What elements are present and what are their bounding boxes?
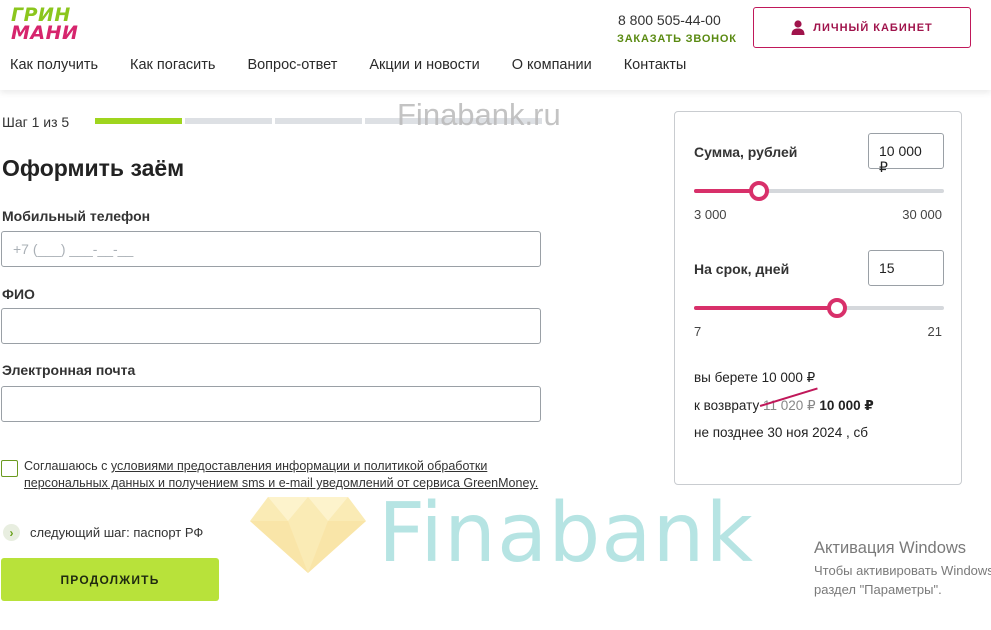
diamond-watermark-icon [250,497,366,573]
user-icon [791,20,805,35]
phone-input[interactable] [1,231,541,267]
term-slider[interactable] [694,298,944,318]
phone-number[interactable]: 8 800 505-44-00 [618,12,721,28]
nav-how-to-repay[interactable]: Как погасить [130,57,215,73]
watermark-text: Finabank.ru [397,97,561,132]
term-min: 7 [694,324,702,339]
amount-min: 3 000 [694,207,727,222]
personal-cabinet-label: ЛИЧНЫЙ КАБИНЕТ [813,21,933,34]
windows-activation-notice: Активация Windows Чтобы активировать Win… [814,539,991,599]
term-label: На срок, дней [694,261,790,277]
continue-button[interactable]: ПРОДОЛЖИТЬ [1,558,219,601]
progress-segment [275,118,362,124]
slider-thumb[interactable] [827,298,847,318]
step-label: Шаг 1 из 5 [2,114,70,130]
phone-label: Мобильный телефон [2,208,151,224]
slider-fill [694,306,837,310]
amount-max: 30 000 [902,207,942,222]
progress-segment [185,118,272,124]
nav-contacts[interactable]: Контакты [624,57,687,73]
main-nav: Как получить Как погасить Вопрос-ответ А… [10,57,718,73]
callback-link[interactable]: ЗАКАЗАТЬ ЗВОНОК [617,33,737,45]
return-new-amount: 10 000 ₽ [819,398,874,413]
continue-label: ПРОДОЛЖИТЬ [60,572,160,587]
email-input[interactable] [1,386,541,422]
fio-input[interactable] [1,308,541,344]
amount-value-field[interactable]: 10 000 ₽ [868,133,944,175]
personal-cabinet-button[interactable]: ЛИЧНЫЙ КАБИНЕТ [753,7,971,48]
fio-label: ФИО [2,286,35,302]
amount-label: Сумма, рублей [694,144,798,160]
consent-checkbox[interactable] [1,460,18,477]
nav-promotions[interactable]: Акции и новости [369,57,479,73]
nav-faq[interactable]: Вопрос-ответ [247,57,337,73]
return-amount: к возврату 11 020 ₽ 10 000 ₽ [694,398,874,414]
logo[interactable]: ГРИН МАНИ [11,6,91,46]
nav-how-to-get[interactable]: Как получить [10,57,98,73]
return-old-amount: 11 020 ₽ [762,398,816,413]
logo-line2: МАНИ [11,22,79,44]
consent-prefix: Соглашаюсь с [24,459,111,473]
activation-line1: Чтобы активировать Windows, перейдите в [814,563,991,578]
big-watermark-text: Finabank [378,486,754,581]
nav-about[interactable]: О компании [512,57,592,73]
loan-calculator: Сумма, рублей 10 000 ₽ 3 000 30 000 На с… [674,111,962,485]
return-deadline: не позднее 30 ноя 2024 , сб [694,425,868,440]
slider-thumb[interactable] [749,181,769,201]
page-title: Оформить заём [2,155,185,181]
email-label: Электронная почта [2,362,136,378]
return-prefix: к возврату [694,398,760,413]
amount-slider[interactable] [694,181,944,201]
site-header: ГРИН МАНИ 8 800 505-44-00 ЗАКАЗАТЬ ЗВОНО… [0,0,991,90]
progress-segment [95,118,182,124]
chevron-right-icon: › [3,524,20,541]
next-step-text: следующий шаг: паспорт РФ [30,525,204,540]
next-step-hint: › следующий шаг: паспорт РФ [3,524,203,541]
term-value-field[interactable]: 15 [868,250,944,286]
take-amount: вы берете 10 000 ₽ [694,370,816,385]
activation-line2: раздел "Параметры". [814,582,942,597]
activation-title: Активация Windows [814,539,967,557]
term-max: 21 [927,324,942,339]
